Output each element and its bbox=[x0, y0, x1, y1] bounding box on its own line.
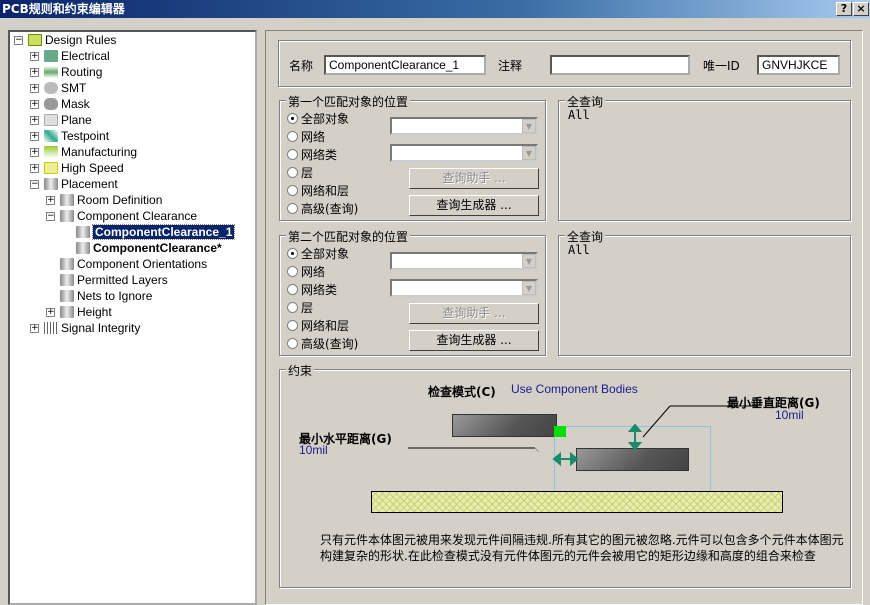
description-line-2: 构建复杂的形状.在此检查模式没有元件体图元的元件会被用它的矩形边缘和高度的组合来… bbox=[320, 549, 816, 563]
min-horizontal-value[interactable]: 10mil bbox=[299, 443, 328, 457]
dimension-lines bbox=[408, 405, 757, 467]
min-vertical-label: 最小垂直距离(G) bbox=[727, 396, 820, 410]
min-vertical-value[interactable]: 10mil bbox=[775, 408, 804, 422]
description-line-1: 只有元件本体图元被用来发现元件间隔违规.所有其它的图元被忽略.元件可以包含多个元… bbox=[320, 533, 844, 547]
